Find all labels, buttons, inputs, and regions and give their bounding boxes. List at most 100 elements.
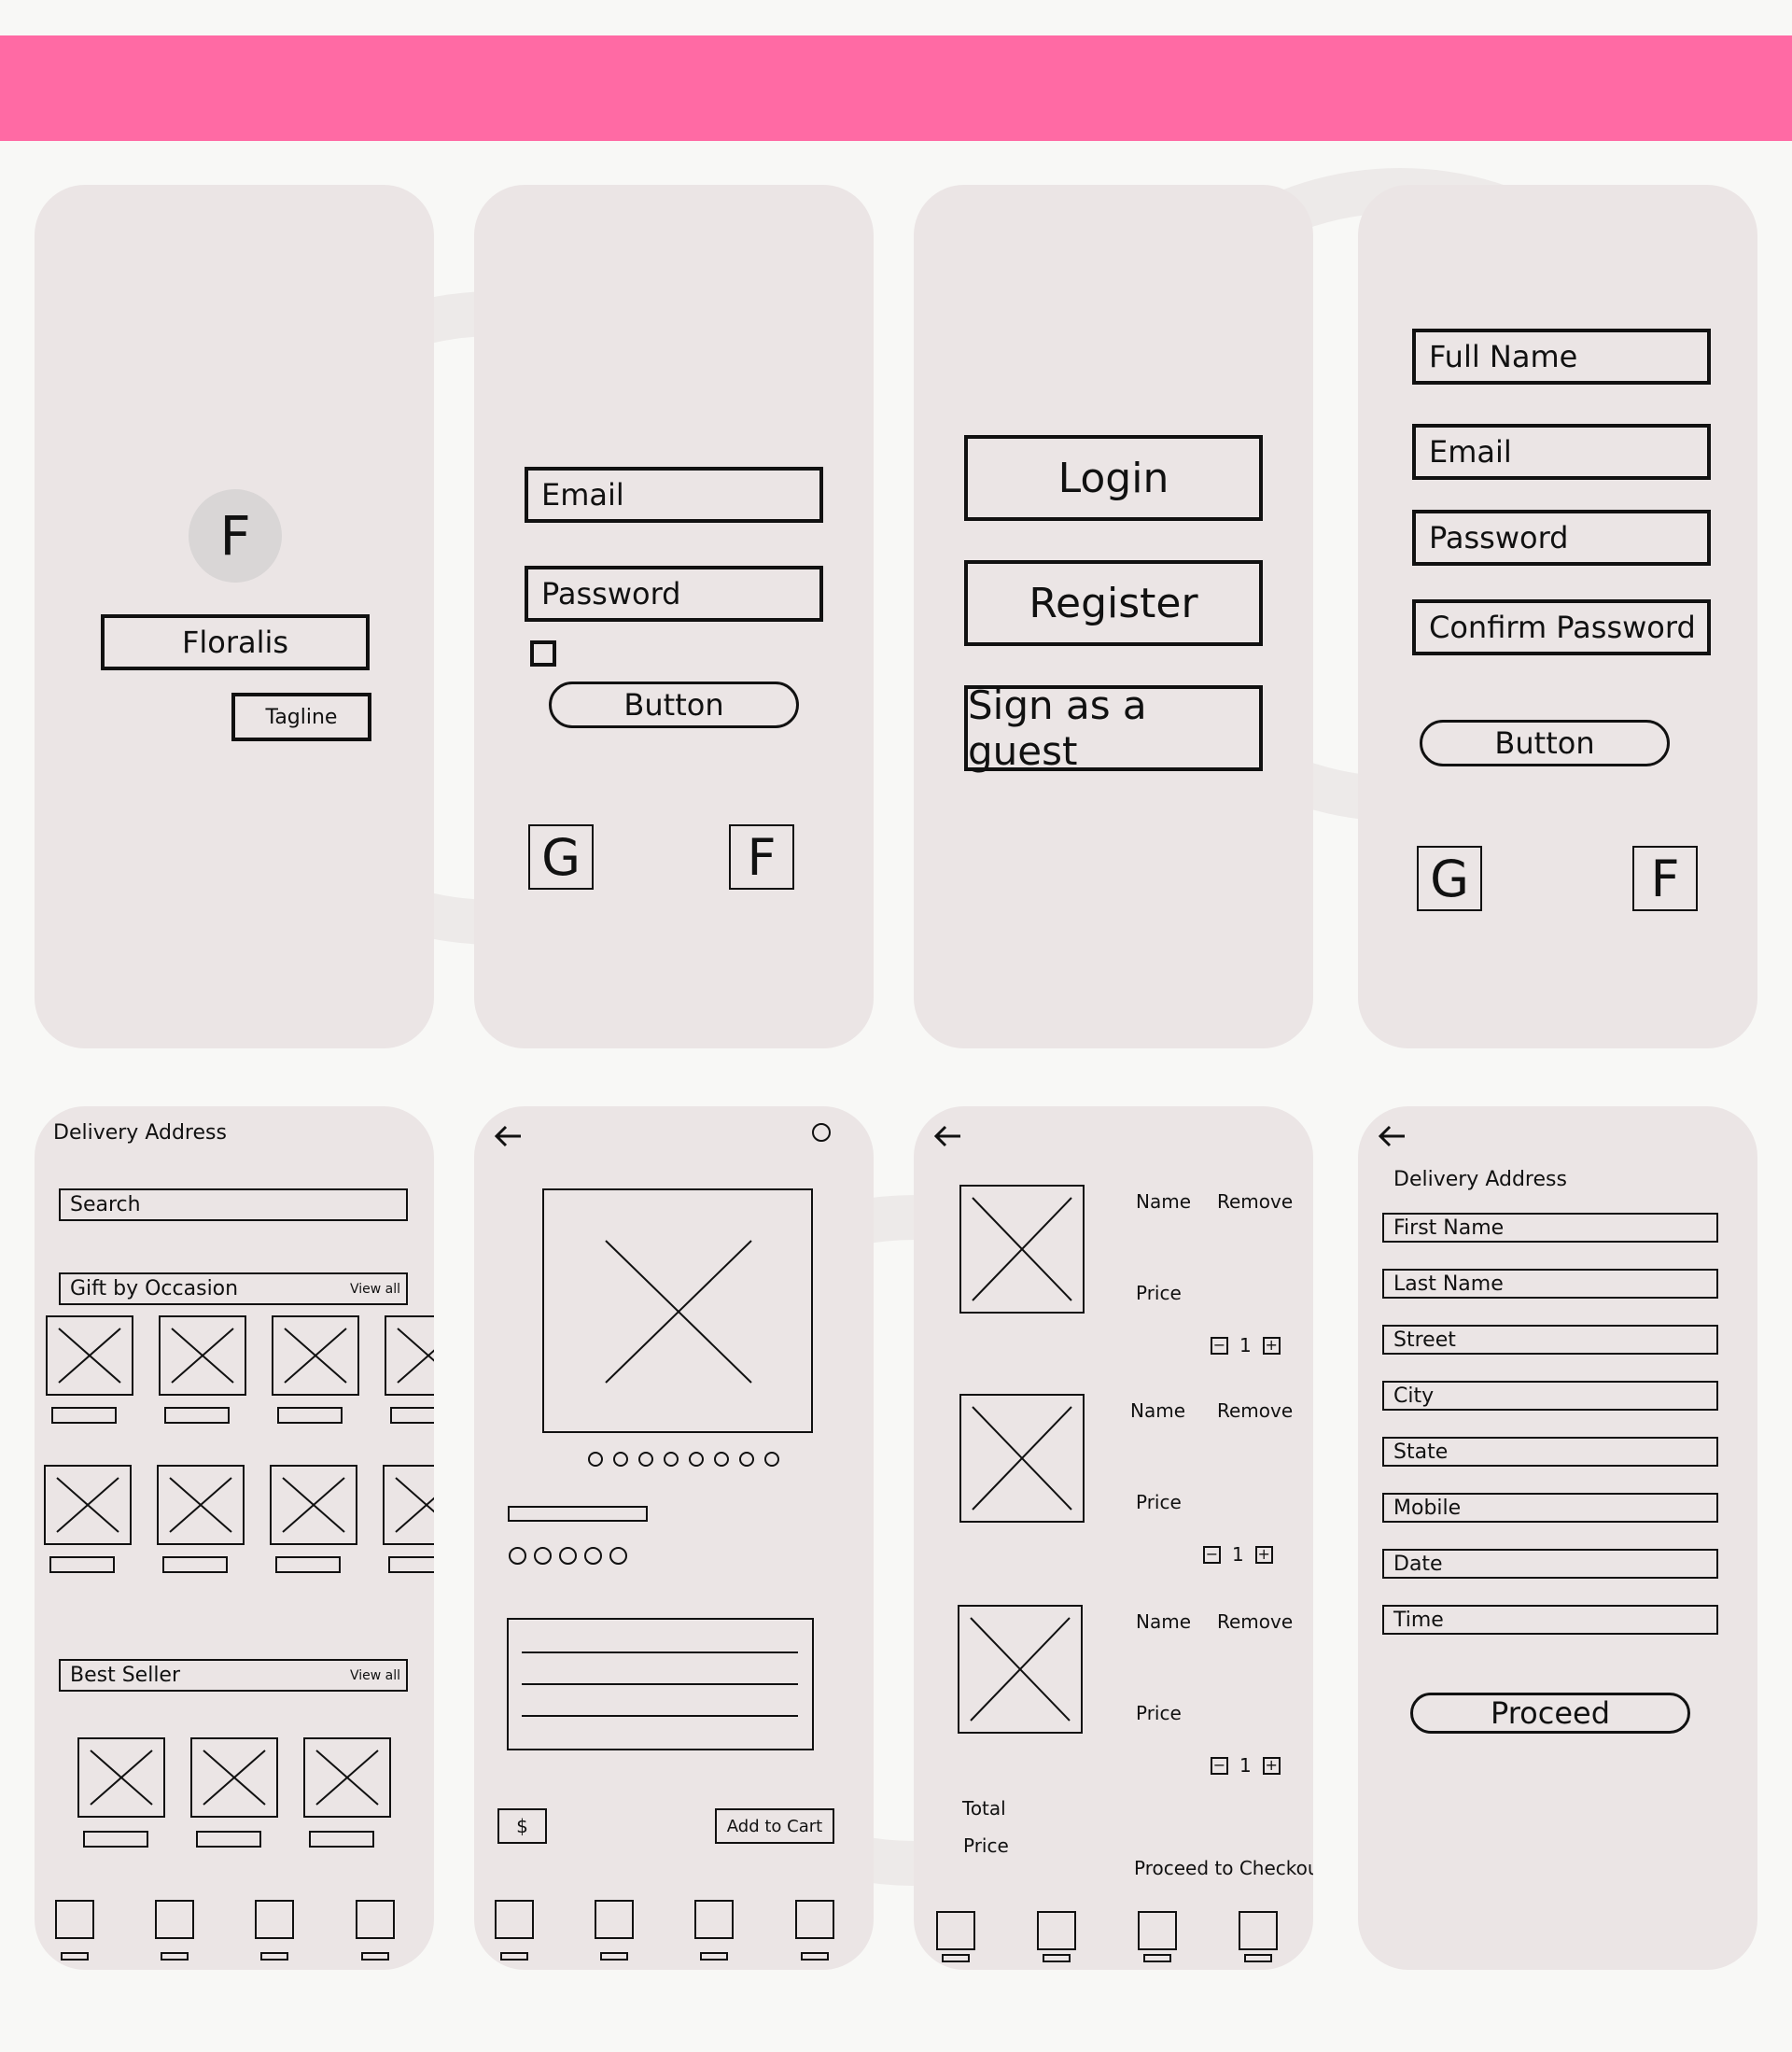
plus-icon[interactable]: + (1262, 1336, 1281, 1355)
occasion-view-all-link[interactable]: View all (350, 1282, 400, 1297)
nav-tab-icon-3[interactable] (694, 1900, 734, 1939)
nav-tab-icon-1[interactable] (495, 1900, 534, 1939)
nav-tab-icon-4[interactable] (356, 1900, 395, 1939)
full-name-input[interactable]: Full Name (1412, 329, 1711, 385)
arrow-left-icon[interactable] (931, 1123, 964, 1149)
google-icon[interactable]: G (528, 824, 594, 890)
cart-item-image[interactable] (959, 1394, 1085, 1523)
nav-tab-icon-2[interactable] (595, 1900, 634, 1939)
arrow-left-icon[interactable] (491, 1123, 525, 1149)
login-option-button[interactable]: Login (964, 435, 1263, 521)
nav-tab-icon-2[interactable] (155, 1900, 194, 1939)
minus-icon[interactable]: − (1203, 1545, 1221, 1564)
occasion-tile[interactable] (157, 1465, 245, 1545)
facebook-icon[interactable]: F (1632, 846, 1698, 911)
search-input[interactable]: Search (59, 1188, 408, 1221)
google-icon[interactable]: G (1417, 846, 1482, 911)
quantity-stepper: −1 + (1211, 1754, 1281, 1777)
nav-tab-icon-1[interactable] (55, 1900, 94, 1939)
password-input[interactable]: Password (1412, 510, 1711, 566)
image-placeholder-icon (395, 1477, 434, 1533)
occasion-tile[interactable] (272, 1315, 359, 1396)
delivery-field-last-name[interactable]: Last Name (1382, 1269, 1718, 1299)
rating-star (609, 1547, 627, 1565)
nav-tab-icon-3[interactable] (255, 1900, 294, 1939)
splash-screen: F Floralis Tagline (35, 185, 434, 1048)
carousel-dot[interactable] (689, 1452, 704, 1467)
carousel-dot[interactable] (714, 1452, 729, 1467)
occasion-tile[interactable] (159, 1315, 246, 1396)
login-button[interactable]: Button (549, 682, 799, 728)
image-placeholder-icon (972, 1406, 1072, 1511)
best-seller-tile[interactable] (303, 1737, 391, 1818)
delivery-field-time[interactable]: Time (1382, 1605, 1718, 1635)
nav-tab-icon-4[interactable] (795, 1900, 834, 1939)
facebook-icon[interactable]: F (729, 824, 794, 890)
product-screen: $ Add to Cart (474, 1106, 874, 1970)
carousel-dot[interactable] (588, 1452, 603, 1467)
logo-circle: F (189, 489, 282, 583)
image-placeholder-icon (282, 1477, 345, 1533)
cart-item-remove-link[interactable]: Remove (1217, 1399, 1293, 1422)
best-seller-tile[interactable] (77, 1737, 165, 1818)
email-input[interactable]: Email (525, 467, 823, 523)
email-input[interactable]: Email (1412, 424, 1711, 480)
quantity-value: 1 (1239, 1334, 1252, 1356)
carousel-dot[interactable] (638, 1452, 653, 1467)
minus-icon[interactable]: − (1211, 1756, 1228, 1775)
cart-item-remove-link[interactable]: Remove (1217, 1610, 1293, 1633)
cart-item-remove-link[interactable]: Remove (1217, 1190, 1293, 1213)
occasion-tile[interactable] (383, 1465, 434, 1545)
password-input[interactable]: Password (525, 566, 823, 622)
register-button[interactable]: Button (1420, 720, 1670, 766)
add-to-cart-button[interactable]: Add to Cart (715, 1808, 834, 1844)
confirm-password-input[interactable]: Confirm Password (1412, 599, 1711, 655)
image-placeholder-icon (972, 1197, 1072, 1301)
arrow-left-icon[interactable] (1375, 1123, 1408, 1149)
cart-item-image[interactable] (958, 1605, 1083, 1734)
nav-tab-icon-3[interactable] (1138, 1911, 1177, 1950)
image-placeholder-icon (169, 1477, 232, 1533)
register-option-button[interactable]: Register (964, 560, 1263, 646)
cart-item-price: Price (1136, 1702, 1182, 1724)
delivery-field-first-name[interactable]: First Name (1382, 1213, 1718, 1243)
remember-checkbox[interactable] (530, 640, 556, 667)
best-seller-section-header: Best Seller View all (59, 1659, 408, 1692)
delivery-field-street[interactable]: Street (1382, 1325, 1718, 1355)
delivery-field-mobile[interactable]: Mobile (1382, 1493, 1718, 1523)
guest-option-button[interactable]: Sign as a guest (964, 682, 1263, 774)
delivery-title: Delivery Address (1393, 1168, 1567, 1191)
menu-dot-icon[interactable] (812, 1123, 831, 1142)
proceed-button[interactable]: Proceed (1410, 1693, 1690, 1734)
minus-icon[interactable]: − (1211, 1336, 1228, 1355)
total-price-label: Price (963, 1834, 1009, 1857)
occasion-tile[interactable] (385, 1315, 434, 1396)
carousel-dot[interactable] (613, 1452, 628, 1467)
rating-star (534, 1547, 552, 1565)
nav-tab-label-4 (801, 1952, 829, 1961)
best-seller-view-all-link[interactable]: View all (350, 1668, 400, 1683)
carousel-dot[interactable] (739, 1452, 754, 1467)
nav-tab-icon-1[interactable] (936, 1911, 975, 1950)
carousel-dot[interactable] (664, 1452, 679, 1467)
occasion-tile[interactable] (270, 1465, 357, 1545)
occasion-tile[interactable] (44, 1465, 132, 1545)
carousel-dot[interactable] (764, 1452, 779, 1467)
best-seller-caption (83, 1831, 148, 1848)
price-tag: $ (497, 1808, 547, 1844)
image-placeholder-icon (90, 1750, 153, 1806)
nav-tab-icon-4[interactable] (1239, 1911, 1278, 1950)
best-seller-tile[interactable] (190, 1737, 278, 1818)
delivery-screen: Delivery Address First Name Last Name Stre… (1358, 1106, 1757, 1970)
occasion-tile[interactable] (46, 1315, 133, 1396)
delivery-field-city[interactable]: City (1382, 1381, 1718, 1411)
cart-item-image[interactable] (959, 1185, 1085, 1314)
cart-item-price: Price (1136, 1282, 1182, 1304)
nav-tab-icon-2[interactable] (1037, 1911, 1076, 1950)
proceed-to-checkout-link[interactable]: Proceed to Checkout (1134, 1857, 1313, 1879)
plus-icon[interactable]: + (1262, 1756, 1281, 1775)
plus-icon[interactable]: + (1254, 1545, 1273, 1564)
delivery-field-date[interactable]: Date (1382, 1549, 1718, 1579)
delivery-field-state[interactable]: State (1382, 1437, 1718, 1467)
image-placeholder-icon (203, 1750, 266, 1806)
